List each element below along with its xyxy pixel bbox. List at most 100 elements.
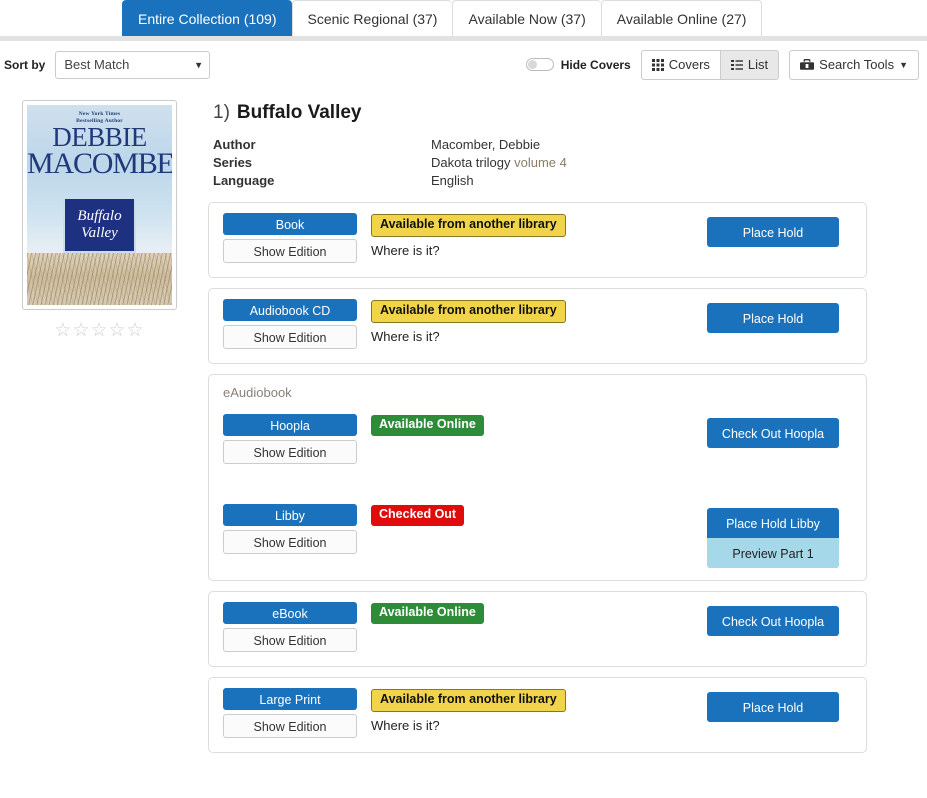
toggle-knob — [527, 60, 537, 69]
format-card: eBook Show Edition Available Online Check O… — [208, 591, 867, 667]
format-group-header: eAudiobook — [223, 385, 292, 400]
collection-tabs: Entire Collection (109) Scenic Regional (… — [0, 0, 927, 36]
metadata-row: Language English — [213, 172, 867, 190]
search-tools-label: Search Tools — [819, 57, 895, 72]
view-mode-group: Covers List — [640, 49, 780, 80]
cover-title-line1: Buffalo — [77, 207, 122, 224]
format-button[interactable]: eBook — [223, 602, 357, 624]
format-column: Book Show Edition — [223, 213, 371, 263]
title-row: 1) Buffalo Valley — [213, 102, 867, 124]
format-column: eBook Show Edition — [223, 602, 371, 652]
format-card: Audiobook CD Show Edition Available from a… — [208, 288, 867, 364]
search-result-item: New York Times Bestselling Author DEBBIE … — [0, 88, 927, 763]
book-cover[interactable]: New York Times Bestselling Author DEBBIE … — [22, 100, 177, 310]
cover-author-line2: MACOMBER — [27, 146, 172, 180]
result-rank: 1) — [213, 102, 230, 123]
page-title[interactable]: Buffalo Valley — [237, 102, 362, 124]
covers-view-button[interactable]: Covers — [640, 49, 721, 80]
show-edition-button[interactable]: Show Edition — [223, 325, 357, 349]
format-row: Large Print Show Edition Available from an… — [223, 688, 852, 740]
info-column: 1) Buffalo Valley Author Macomber, Debbie… — [200, 94, 927, 763]
metadata-value-link[interactable]: Macomber, Debbie — [431, 137, 540, 152]
format-button[interactable]: Hoopla — [223, 414, 357, 436]
search-tools-button[interactable]: Search Tools ▼ — [789, 49, 919, 80]
action-button[interactable]: Check Out Hoopla — [707, 418, 839, 448]
action-column: Check Out Hoopla — [707, 414, 852, 448]
action-button[interactable]: Place Hold — [707, 692, 839, 722]
preview-button[interactable]: Preview Part 1 — [707, 538, 839, 568]
action-column: Place Hold Libby Preview Part 1 — [707, 504, 852, 568]
show-edition-button[interactable]: Show Edition — [223, 440, 357, 464]
hide-covers-label: Hide Covers — [560, 57, 631, 72]
metadata-row: Series Dakota trilogy volume 4 — [213, 154, 867, 172]
tab-0[interactable]: Entire Collection (109) — [122, 0, 292, 36]
metadata-value-link[interactable]: English — [431, 173, 474, 188]
cover-artwork: New York Times Bestselling Author DEBBIE … — [27, 105, 172, 305]
action-button[interactable]: Place Hold — [707, 217, 839, 247]
caret-down-icon: ▼ — [899, 59, 908, 70]
format-button[interactable]: Libby — [223, 504, 357, 526]
action-column: Place Hold — [707, 688, 852, 722]
cover-prairie-grass — [27, 253, 172, 305]
metadata-value: Macomber, Debbie — [431, 136, 540, 154]
star-rating[interactable]: ☆☆☆☆☆ — [22, 319, 177, 342]
metadata-value-link[interactable]: Dakota trilogy — [431, 155, 510, 170]
action-button[interactable]: Check Out Hoopla — [707, 606, 839, 636]
show-edition-button[interactable]: Show Edition — [223, 714, 357, 738]
action-button[interactable]: Place Hold Libby — [707, 508, 839, 538]
format-card: eAudiobook Hoopla Show Edition Available On… — [208, 374, 867, 581]
format-button[interactable]: Audiobook CD — [223, 299, 357, 321]
status-column: Available from another library Where is i… — [371, 299, 707, 344]
status-badge: Available from another library — [371, 214, 566, 237]
toolbar-right-group: Hide Covers Covers List Search Tools ▼ — [525, 49, 919, 80]
cover-title-box: Buffalo Valley — [63, 197, 136, 253]
status-badge: Available Online — [371, 603, 484, 624]
list-icon — [730, 59, 743, 71]
format-card: Book Show Edition Available from another l… — [208, 202, 867, 278]
format-column: Libby Show Edition — [223, 504, 371, 554]
format-column: Audiobook CD Show Edition — [223, 299, 371, 349]
tab-1[interactable]: Scenic Regional (37) — [291, 0, 453, 36]
format-row: Hoopla Show Edition Available Online Check … — [223, 414, 852, 466]
action-column: Place Hold — [707, 213, 852, 247]
list-view-label: List — [747, 57, 769, 72]
format-button[interactable]: Large Print — [223, 688, 357, 710]
show-edition-button[interactable]: Show Edition — [223, 239, 357, 263]
format-card-list: Book Show Edition Available from another l… — [200, 202, 867, 753]
action-column: Check Out Hoopla — [707, 602, 852, 636]
tab-3[interactable]: Available Online (27) — [600, 0, 763, 36]
status-column: Checked Out — [371, 504, 707, 526]
where-is-it-link[interactable]: Where is it? — [371, 718, 707, 733]
where-is-it-link[interactable]: Where is it? — [371, 243, 707, 258]
format-card: Large Print Show Edition Available from an… — [208, 677, 867, 753]
action-button[interactable]: Place Hold — [707, 303, 839, 333]
metadata-value: English — [431, 172, 474, 190]
format-row: Audiobook CD Show Edition Available from a… — [223, 299, 852, 351]
status-badge: Checked Out — [371, 505, 465, 526]
status-column: Available from another library Where is i… — [371, 213, 707, 258]
hide-covers-group[interactable]: Hide Covers — [525, 57, 631, 72]
metadata-key: Language — [213, 173, 275, 188]
status-badge: Available from another library — [371, 300, 566, 323]
format-row: Book Show Edition Available from another l… — [223, 213, 852, 265]
status-column: Available Online — [371, 602, 707, 624]
format-row: Libby Show Edition Checked Out Place Hold L… — [223, 504, 852, 568]
format-button[interactable]: Book — [223, 213, 357, 235]
where-is-it-link[interactable]: Where is it? — [371, 329, 707, 344]
list-view-button[interactable]: List — [720, 49, 780, 80]
tab-2[interactable]: Available Now (37) — [452, 0, 601, 36]
show-edition-button[interactable]: Show Edition — [223, 530, 357, 554]
metadata-key: Author — [213, 137, 256, 152]
format-row: eBook Show Edition Available Online Check O… — [223, 602, 852, 654]
cover-author: DEBBIE MACOMBER — [27, 124, 172, 180]
hide-covers-toggle[interactable] — [525, 58, 554, 71]
show-edition-button[interactable]: Show Edition — [223, 628, 357, 652]
results-toolbar: Sort by Best Match ▾ Hide Covers Covers … — [0, 41, 927, 88]
status-column: Available Online — [371, 414, 707, 436]
action-column: Place Hold — [707, 299, 852, 333]
format-column: Hoopla Show Edition — [223, 414, 371, 464]
sort-select[interactable]: Best Match — [55, 50, 211, 79]
status-badge: Available Online — [371, 415, 484, 436]
metadata-table: Author Macomber, Debbie Series Dakota trilo… — [213, 136, 867, 190]
cover-title-line2: Valley — [81, 225, 118, 241]
